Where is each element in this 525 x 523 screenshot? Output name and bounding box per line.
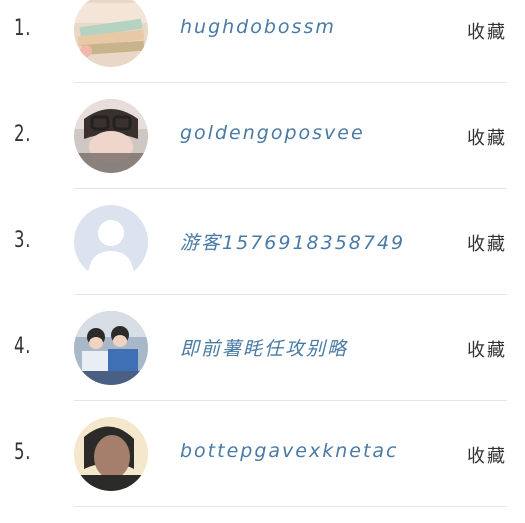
rank-number: 4. bbox=[14, 334, 32, 359]
username[interactable]: 游客1576918358749 bbox=[180, 228, 405, 255]
books-icon[interactable] bbox=[74, 0, 148, 67]
divider bbox=[74, 506, 507, 507]
list-item[interactable]: 3. 游客1576918358749 收藏 bbox=[0, 188, 525, 294]
username[interactable]: bottepgavexknetac bbox=[180, 440, 399, 462]
favorite-button[interactable]: 收藏 bbox=[467, 336, 507, 362]
rank-number: 5. bbox=[14, 440, 32, 465]
rank-number: 3. bbox=[14, 228, 32, 253]
favorite-button[interactable]: 收藏 bbox=[467, 442, 507, 468]
rank-number: 1. bbox=[14, 16, 32, 41]
default-user-icon[interactable] bbox=[74, 205, 148, 279]
username[interactable]: 即前薯眊任攻别略 bbox=[180, 334, 348, 361]
username[interactable]: hughdobossm bbox=[180, 16, 336, 38]
list-item[interactable]: 2. goldengoposvee 收藏 bbox=[0, 82, 525, 188]
portrait-photo-icon[interactable] bbox=[74, 417, 148, 491]
list-item[interactable]: 5. bottepgavexknetac 收藏 bbox=[0, 400, 525, 506]
list-item[interactable]: 4. 即前薯眊任攻别略 收藏 bbox=[0, 294, 525, 400]
favorite-button[interactable]: 收藏 bbox=[467, 230, 507, 256]
username[interactable]: goldengoposvee bbox=[180, 122, 365, 144]
list-item[interactable]: 1. hughdobossm 收藏 bbox=[0, 0, 525, 82]
favorite-button[interactable]: 收藏 bbox=[467, 18, 507, 44]
students-photo-icon[interactable] bbox=[74, 311, 148, 385]
rank-number: 2. bbox=[14, 122, 32, 147]
glasses-photo-icon[interactable] bbox=[74, 99, 148, 173]
favorite-button[interactable]: 收藏 bbox=[467, 124, 507, 150]
